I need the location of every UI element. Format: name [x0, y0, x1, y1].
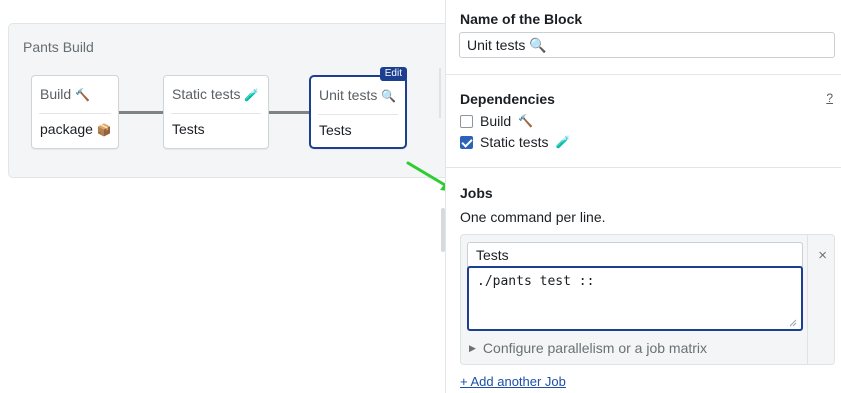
dependencies-label: Dependencies	[460, 91, 555, 107]
block-name-input[interactable]: Unit tests 🔍	[459, 32, 835, 58]
block-job: package 📦	[40, 121, 112, 137]
block-static-tests[interactable]: Static tests 🧪 Tests	[163, 75, 269, 149]
connector-build-static	[119, 111, 164, 114]
block-name: Unit tests 🔍	[319, 87, 397, 103]
pipeline-canvas: Pants Build Build 🔨 package 📦 Static tes…	[8, 23, 458, 178]
block-name: Build 🔨	[40, 86, 90, 102]
dependency-build[interactable]: Build 🔨	[460, 113, 533, 129]
block-unit-tests[interactable]: Edit Unit tests 🔍 Tests	[309, 67, 407, 149]
block-job: Tests	[172, 121, 205, 137]
dependency-checkbox[interactable]	[460, 114, 473, 128]
edit-badge[interactable]: Edit	[379, 67, 407, 81]
disclosure-triangle-icon: ▶	[469, 342, 476, 353]
package-icon: 📦	[96, 123, 112, 137]
magnifier-icon: 🔍	[381, 89, 397, 103]
test-tube-icon: 🧪	[555, 135, 571, 149]
block-build[interactable]: Build 🔨 package 📦	[31, 75, 119, 149]
section-divider	[446, 167, 841, 168]
dependency-checkbox[interactable]	[460, 135, 473, 149]
block-name-label: Name of the Block	[460, 11, 583, 27]
dependency-static-tests[interactable]: Static tests 🧪	[460, 134, 570, 150]
job-name-input[interactable]: Tests	[467, 242, 803, 267]
job-editor: Tests ./pants test :: ▶ Configure parall…	[460, 234, 835, 365]
job-commands-textarea[interactable]: ./pants test ::	[467, 266, 803, 331]
close-icon[interactable]: ×	[818, 247, 827, 264]
block-divider	[39, 113, 111, 114]
dependencies-help-link[interactable]: ?	[826, 91, 833, 105]
block-job: Tests	[319, 122, 352, 138]
block-name: Static tests 🧪	[172, 86, 260, 102]
jobs-hint: One command per line.	[460, 209, 606, 225]
add-job-link[interactable]: + Add another Job	[460, 374, 566, 389]
block-editor-panel: Name of the Block Unit tests 🔍 Dependenc…	[445, 0, 841, 393]
job-actions-column: ×	[807, 235, 834, 364]
pipeline-title: Pants Build	[23, 39, 94, 55]
resize-grip-icon[interactable]	[789, 319, 797, 327]
hammer-icon: 🔨	[75, 88, 90, 102]
parallelism-toggle[interactable]: ▶ Configure parallelism or a job matrix	[469, 340, 707, 356]
block-divider	[318, 114, 398, 115]
jobs-label: Jobs	[460, 185, 493, 201]
canvas-divider	[439, 68, 441, 118]
block-divider	[171, 113, 261, 114]
section-divider	[446, 74, 841, 75]
test-tube-icon: 🧪	[244, 88, 260, 102]
connector-static-unit	[268, 111, 312, 114]
hammer-icon: 🔨	[518, 114, 534, 128]
